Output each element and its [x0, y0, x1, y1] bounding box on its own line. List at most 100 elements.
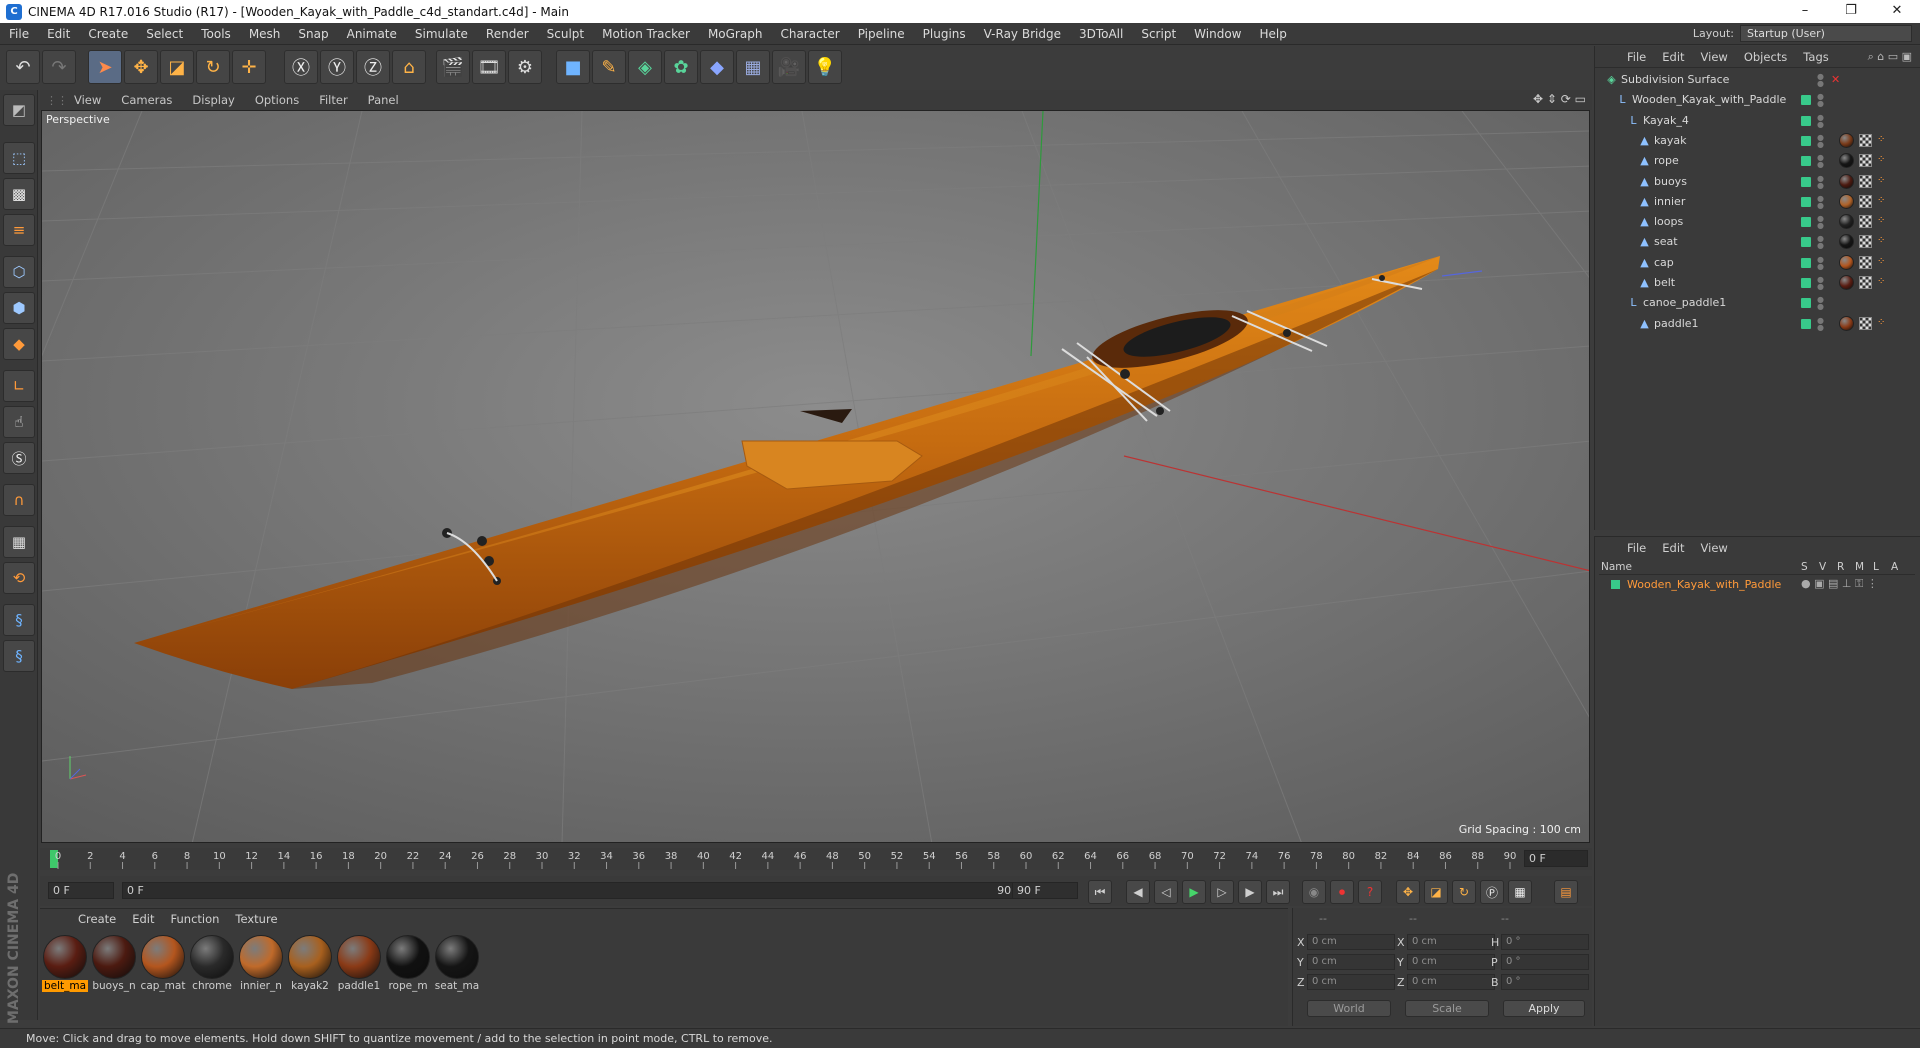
material-menu-edit[interactable]: Edit	[124, 912, 162, 926]
key-rotation-icon[interactable]: ↻	[1452, 880, 1476, 904]
phong-tag-icon[interactable]: ⁘	[1877, 317, 1887, 328]
visibility-dots-icon[interactable]: ● ●	[1817, 113, 1824, 128]
menu-render[interactable]: Render	[477, 27, 538, 41]
layer-color-swatch[interactable]	[1801, 156, 1811, 167]
mograph-cloner-icon[interactable]: ✿	[664, 50, 698, 84]
floor-scene-icon[interactable]: ▦	[736, 50, 770, 84]
rotate-tool-icon[interactable]: ↻	[196, 50, 230, 84]
object-row[interactable]: ▲ paddle1 ● ● ⁘	[1595, 314, 1920, 334]
menu-help[interactable]: Help	[1250, 27, 1295, 41]
material-tag-icon[interactable]	[1839, 173, 1854, 189]
record-keys-icon[interactable]: ◉	[1302, 880, 1326, 904]
position-z-field[interactable]: 0 cm	[1307, 974, 1395, 990]
viewport-scene[interactable]	[42, 111, 1590, 843]
material-preview-ball[interactable]	[435, 935, 479, 979]
material-swatch[interactable]: belt_ma	[42, 935, 88, 992]
camera-icon[interactable]: 🎥	[772, 50, 806, 84]
object-name[interactable]: kayak	[1654, 134, 1687, 147]
material-preview-ball[interactable]	[288, 935, 332, 979]
object-name[interactable]: cap	[1654, 256, 1674, 269]
next-frame-icon[interactable]: ▷	[1210, 880, 1234, 904]
menu-window[interactable]: Window	[1185, 27, 1250, 41]
3d-viewport[interactable]: Perspective Grid Spacing : 100 cm	[41, 110, 1590, 843]
visibility-dots-icon[interactable]: ● ●	[1817, 154, 1824, 169]
y-axis-lock-icon[interactable]: Ⓨ	[320, 50, 354, 84]
material-swatch[interactable]: rope_m	[385, 935, 431, 992]
object-row[interactable]: ▲ seat ● ● ⁘	[1595, 232, 1920, 252]
visibility-dots-icon[interactable]: ● ●	[1817, 276, 1824, 291]
uvw-tag-icon[interactable]	[1859, 154, 1872, 168]
uvw-tag-icon[interactable]	[1859, 316, 1872, 330]
make-editable-icon[interactable]: ◩	[3, 94, 35, 126]
workplane-grid-icon[interactable]: ▦	[3, 526, 35, 558]
material-preview-ball[interactable]	[141, 935, 185, 979]
object-row[interactable]: ▲ buoys ● ● ⁘	[1595, 172, 1920, 192]
visibility-dots-icon[interactable]: ● ●	[1817, 194, 1824, 209]
material-swatch[interactable]: seat_ma	[434, 935, 480, 992]
object-name[interactable]: canoe_paddle1	[1643, 296, 1726, 309]
layer-color-swatch[interactable]	[1801, 217, 1811, 228]
visibility-dots-icon[interactable]: ● ●	[1817, 316, 1824, 331]
menu-character[interactable]: Character	[771, 27, 848, 41]
menu-snap[interactable]: Snap	[289, 27, 337, 41]
phong-tag-icon[interactable]: ⁘	[1877, 236, 1887, 246]
light-icon[interactable]: 💡	[808, 50, 842, 84]
apply-button[interactable]: Apply	[1503, 1000, 1585, 1017]
edges-mode-icon[interactable]: ⬢	[3, 292, 35, 324]
material-swatch[interactable]: innier_n	[238, 935, 284, 992]
maximize-button[interactable]: ❐	[1828, 0, 1874, 23]
coordinate-mode-select[interactable]: Scale	[1405, 1000, 1489, 1017]
play-forward-icon[interactable]: ▶	[1182, 880, 1206, 904]
position-x-field[interactable]: 0 cm	[1307, 934, 1395, 950]
position-y-field[interactable]: 0 cm	[1307, 954, 1395, 970]
object-name[interactable]: rope	[1654, 154, 1679, 167]
viewport-menu-view[interactable]: View	[64, 93, 111, 107]
layer-color-swatch[interactable]	[1801, 237, 1811, 248]
current-frame-field[interactable]: 0 F	[1524, 850, 1588, 867]
render-view-icon[interactable]: 🎬	[436, 50, 470, 84]
material-preview-ball[interactable]	[337, 935, 381, 979]
layout-select[interactable]: Startup (User)	[1740, 25, 1912, 42]
material-tag-icon[interactable]	[1839, 275, 1854, 290]
subdivision-generator-icon[interactable]: ◈	[628, 50, 662, 84]
uvw-tag-icon[interactable]	[1859, 235, 1872, 249]
viewport-nav-icons[interactable]: ✥ ⇕ ⟳ ▭	[1533, 92, 1586, 106]
object-name[interactable]: seat	[1654, 235, 1678, 248]
visibility-dots-icon[interactable]: ● ●	[1817, 73, 1824, 88]
menu-simulate[interactable]: Simulate	[406, 27, 477, 41]
visibility-dots-icon[interactable]: ● ●	[1817, 215, 1824, 230]
object-row[interactable]: ▲ belt ● ● ⁘	[1595, 273, 1920, 293]
menu-create[interactable]: Create	[79, 27, 137, 41]
object-name[interactable]: loops	[1654, 215, 1683, 228]
preview-range-slider[interactable]: 0 F 90 F	[122, 882, 1042, 899]
layer-color-swatch[interactable]	[1801, 95, 1811, 106]
axis-mode-icon[interactable]: ∟	[3, 370, 35, 402]
layer-menu-view[interactable]: View	[1693, 541, 1736, 555]
layer-row[interactable]: Wooden_Kayak_with_Paddle ● ▣ ▤ ⊥ ⚿ ⋮	[1599, 577, 1915, 595]
key-pla-icon[interactable]: ▦	[1508, 880, 1532, 904]
uvw-tag-icon[interactable]	[1859, 194, 1872, 208]
coordinate-space-select[interactable]: World	[1307, 1000, 1391, 1017]
phong-tag-icon[interactable]: ⁘	[1877, 256, 1887, 267]
scale-tool-icon[interactable]: ◪	[160, 50, 194, 84]
phong-tag-icon[interactable]: ⁘	[1877, 155, 1887, 165]
material-swatch[interactable]: buoys_n	[91, 935, 137, 992]
model-mode-icon[interactable]: ⬚	[3, 142, 35, 174]
visibility-dots-icon[interactable]: ● ●	[1817, 255, 1824, 270]
viewport-menu-cameras[interactable]: Cameras	[111, 93, 182, 107]
object-name[interactable]: Kayak_4	[1643, 114, 1689, 127]
transform-tool-icon[interactable]: ✛	[232, 50, 266, 84]
object-name[interactable]: buoys	[1654, 175, 1687, 188]
material-preview-ball[interactable]	[239, 935, 283, 979]
python-script-icon[interactable]: §	[3, 604, 35, 636]
timeline-layout-icon[interactable]: ▤	[1554, 880, 1578, 904]
go-to-start-icon[interactable]: ⏮	[1088, 880, 1112, 904]
menu-tools[interactable]: Tools	[192, 27, 240, 41]
phong-tag-icon[interactable]: ⁘	[1877, 277, 1887, 287]
visibility-dots-icon[interactable]: ● ●	[1817, 296, 1824, 311]
menu-plugins[interactable]: Plugins	[914, 27, 975, 41]
object-row[interactable]: L Wooden_Kayak_with_Paddle ● ●	[1595, 90, 1920, 110]
redo-icon[interactable]: ↷	[42, 50, 76, 84]
spline-pen-icon[interactable]: ✎	[592, 50, 626, 84]
material-preview-ball[interactable]	[92, 935, 136, 979]
